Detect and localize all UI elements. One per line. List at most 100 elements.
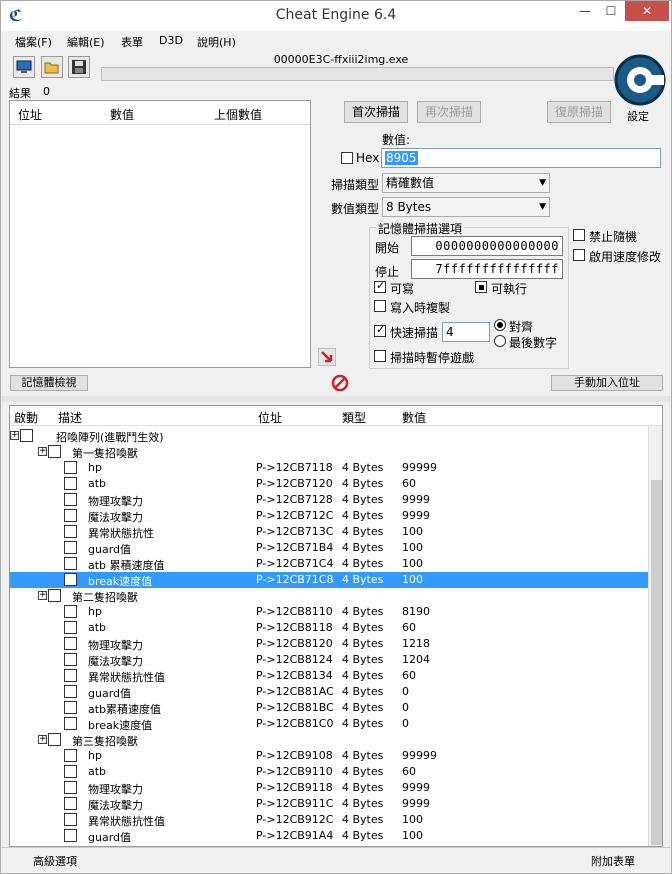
active-checkbox[interactable] (64, 717, 77, 730)
active-checkbox[interactable] (64, 573, 77, 586)
active-checkbox[interactable] (48, 445, 61, 458)
pause-game-checkbox[interactable] (374, 350, 386, 362)
copy-on-write-checkbox[interactable] (374, 300, 386, 312)
active-checkbox[interactable] (64, 493, 77, 506)
table-row[interactable]: 物理攻擊力 P->12CB7128 4 Bytes 9999 (10, 492, 648, 508)
active-checkbox[interactable] (64, 621, 77, 634)
table-row[interactable]: 異常狀態抗性值 P->12CB8134 4 Bytes 60 (10, 668, 648, 684)
open-process-button[interactable] (13, 56, 35, 78)
active-checkbox[interactable] (64, 685, 77, 698)
expand-icon[interactable]: + (38, 735, 47, 744)
active-checkbox[interactable] (64, 461, 77, 474)
active-checkbox[interactable] (48, 589, 61, 602)
table-row[interactable]: 異常狀態抗性值 P->12CB912C 4 Bytes 100 (10, 812, 648, 828)
undo-scan-button[interactable]: 復原掃描 (547, 101, 611, 123)
cheat-table[interactable]: 啟動 描述 位址 類型 數值 + 招喚陣列(進戰鬥生效) + 第一隻招喚獸 hp P->1… (9, 405, 663, 847)
executable-checkbox[interactable] (475, 281, 487, 293)
col-address[interactable]: 位址 (18, 106, 42, 123)
value-type-select[interactable]: 8 Bytes ▼ (382, 197, 550, 217)
table-row[interactable]: guard值 P->12CB91A4 4 Bytes 100 (10, 828, 648, 844)
maximize-button[interactable]: ☐ (598, 1, 624, 21)
active-checkbox[interactable] (64, 477, 77, 490)
expand-icon[interactable]: + (38, 447, 47, 456)
open-file-button[interactable] (41, 56, 63, 78)
table-row[interactable]: atb P->12CB7120 4 Bytes 60 (10, 476, 648, 492)
active-checkbox[interactable] (64, 541, 77, 554)
add-to-list-arrow-icon[interactable] (318, 348, 336, 366)
active-checkbox[interactable] (64, 637, 77, 650)
save-button[interactable] (68, 56, 90, 78)
table-row[interactable]: hp P->12CB9108 4 Bytes 99999 (10, 748, 648, 764)
value-input[interactable]: 8905 (381, 148, 661, 168)
active-checkbox[interactable] (64, 813, 77, 826)
menu-table[interactable]: 表單 (121, 34, 143, 50)
col-value[interactable]: 數值 (110, 106, 134, 123)
table-group-row[interactable]: + 第三隻招喚獸 (10, 732, 648, 748)
cheat-table-scrollbar[interactable] (648, 426, 662, 846)
table-row[interactable]: 物理攻擊力 P->12CB8120 4 Bytes 1218 (10, 636, 648, 652)
close-button[interactable]: ✕ (625, 1, 669, 21)
table-row[interactable]: guard值 P->12CB71B4 4 Bytes 100 (10, 540, 648, 556)
advanced-options-button[interactable]: 高級選項 (33, 853, 77, 869)
table-row[interactable]: 魔法攻擊力 P->12CB712C 4 Bytes 9999 (10, 508, 648, 524)
active-checkbox[interactable] (64, 797, 77, 810)
unrandomizer-checkbox[interactable] (573, 229, 585, 241)
table-row[interactable]: atb P->12CB9110 4 Bytes 60 (10, 764, 648, 780)
table-row[interactable]: break速度值 P->12CB81C0 4 Bytes 0 (10, 716, 648, 732)
table-extras-button[interactable]: 附加表單 (591, 853, 635, 869)
active-checkbox[interactable] (48, 733, 61, 746)
expand-icon[interactable]: + (38, 591, 47, 600)
speedhack-checkbox[interactable] (573, 249, 585, 261)
col-value[interactable]: 數值 (402, 409, 426, 426)
expand-icon[interactable]: + (10, 431, 19, 440)
table-group-row[interactable]: + 第一隻招喚獸 (10, 444, 648, 460)
active-checkbox[interactable] (64, 829, 77, 842)
memory-view-button[interactable]: 記憶體檢視 (10, 375, 88, 391)
table-row[interactable]: hp P->12CB8110 4 Bytes 8190 (10, 604, 648, 620)
stop-icon[interactable] (331, 374, 349, 392)
table-row[interactable]: 異常狀態抗性 P->12CB713C 4 Bytes 100 (10, 524, 648, 540)
last-digits-radio[interactable] (494, 335, 506, 347)
active-checkbox[interactable] (64, 653, 77, 666)
stop-address-input[interactable]: 7fffffffffffffff (411, 259, 563, 279)
active-checkbox[interactable] (64, 765, 77, 778)
fast-scan-alignment-input[interactable]: 4 (442, 322, 490, 342)
col-previous-value[interactable]: 上個數值 (214, 106, 262, 123)
active-checkbox[interactable] (64, 509, 77, 522)
table-row[interactable]: guard值 P->12CB81AC 4 Bytes 0 (10, 684, 648, 700)
active-checkbox[interactable] (20, 429, 33, 442)
panel-splitter[interactable] (1, 396, 671, 402)
minimize-button[interactable]: — (572, 1, 598, 21)
add-address-manually-button[interactable]: 手動加入位址 (551, 375, 663, 391)
col-address[interactable]: 位址 (258, 409, 282, 426)
first-scan-button[interactable]: 首次掃描 (344, 101, 408, 123)
menu-edit[interactable]: 編輯(E) (67, 34, 105, 50)
active-checkbox[interactable] (64, 749, 77, 762)
settings-logo-button[interactable]: 設定 (613, 53, 667, 123)
table-row[interactable]: atb P->12CB8118 4 Bytes 60 (10, 620, 648, 636)
hex-checkbox[interactable] (341, 152, 353, 164)
col-description[interactable]: 描述 (58, 409, 82, 426)
menu-file[interactable]: 檔案(F) (15, 34, 52, 50)
start-address-input[interactable]: 0000000000000000 (411, 236, 563, 256)
active-checkbox[interactable] (64, 669, 77, 682)
table-row[interactable]: 魔法攻擊力 P->12CB8124 4 Bytes 1204 (10, 652, 648, 668)
active-checkbox[interactable] (64, 701, 77, 714)
scan-result-list[interactable]: 位址 數值 上個數值 (9, 100, 311, 368)
table-row[interactable]: hp P->12CB7118 4 Bytes 99999 (10, 460, 648, 476)
fast-scan-checkbox[interactable] (374, 323, 386, 337)
active-checkbox[interactable] (64, 781, 77, 794)
aligned-radio[interactable] (494, 319, 506, 331)
table-row[interactable]: break速度值 P->12CB71C8 4 Bytes 100 (10, 572, 648, 588)
table-row[interactable]: atb 累積速度值 P->12CB71C4 4 Bytes 100 (10, 556, 648, 572)
col-active[interactable]: 啟動 (14, 409, 38, 426)
active-checkbox[interactable] (64, 525, 77, 538)
active-checkbox[interactable] (64, 605, 77, 618)
scrollbar-thumb[interactable] (651, 480, 662, 845)
table-group-row[interactable]: + 第二隻招喚獸 (10, 588, 648, 604)
menu-d3d[interactable]: D3D (159, 34, 183, 47)
writable-checkbox[interactable] (374, 279, 386, 293)
table-group-row[interactable]: + 招喚陣列(進戰鬥生效) (10, 428, 648, 444)
table-row[interactable]: 物理攻擊力 P->12CB9118 4 Bytes 9999 (10, 780, 648, 796)
table-row[interactable]: atb累積速度值 P->12CB81BC 4 Bytes 0 (10, 700, 648, 716)
